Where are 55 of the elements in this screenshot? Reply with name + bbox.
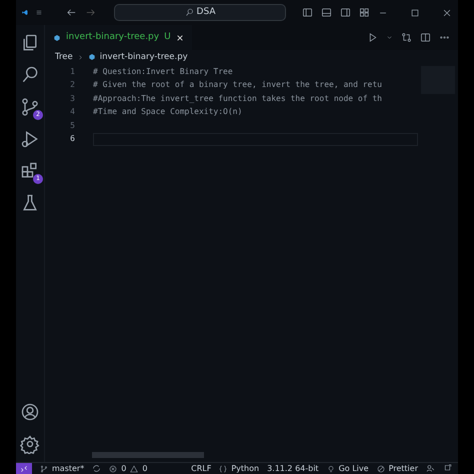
code-comment: #Approach:The invert_tree function takes the root node of th [93,92,382,105]
accounts-icon[interactable] [426,464,435,473]
line-number: 5 [69,120,76,132]
command-search-field[interactable]: DSA [114,4,286,21]
prettier-icon [376,464,385,472]
line-number: 2 [69,79,76,92]
toggle-sidebar-icon[interactable] [302,7,313,18]
code-comment: # Given the root of a binary tree, invert the tree, and retu [93,79,382,92]
line-number: 6 [69,133,76,146]
chevron-icon [76,54,84,60]
split-editor-icon[interactable] [420,32,431,43]
remote-icon [20,464,28,472]
broadcast-icon [326,464,335,472]
breadcrumb-item[interactable]: Tree [55,50,73,64]
braces-icon [219,464,228,472]
settings-icon[interactable] [20,434,40,454]
source-control-icon[interactable] [20,97,40,117]
search-icon[interactable] [20,65,40,85]
dropdown-caret-icon[interactable] [386,34,393,41]
untracked-status: U [164,30,171,44]
python-file-icon [88,53,96,61]
notifications-icon[interactable] [443,464,452,473]
line-ending-button[interactable]: CRLF [191,462,212,474]
remote-button[interactable] [16,462,32,474]
line-number: 1 [69,66,76,78]
sync-icon[interactable] [92,464,102,473]
compare-changes-icon[interactable] [401,32,412,43]
toggle-panel-icon[interactable] [321,7,332,18]
maximize-icon[interactable] [410,8,420,18]
line-number: 4 [69,106,76,118]
close-icon[interactable] [442,8,452,18]
error-icon [109,464,118,472]
warning-icon [130,464,138,472]
python-file-icon [53,34,61,42]
run-debug-icon[interactable] [20,129,40,149]
problems-button[interactable]: 0 0 [109,462,148,474]
branch-button[interactable]: master* [40,462,84,474]
account-icon[interactable] [20,402,40,422]
branch-icon [40,464,48,472]
interpreter-button[interactable]: 3.11.2 64-bit [267,462,319,474]
prettier-button[interactable]: Prettier [376,462,418,474]
language-mode-button[interactable]: Python [219,462,260,474]
search-icon [184,8,194,17]
customize-layout-icon[interactable] [359,7,370,18]
horizontal-scrollbar[interactable] [92,452,204,458]
code-comment: # Question:Invert Binary Tree [93,66,233,78]
go-live-button[interactable]: Go Live [326,462,369,474]
toggle-secondary-sidebar-icon[interactable] [340,7,351,18]
editor-tab[interactable]: invert-binary-tree.py U [45,25,192,50]
flask-icon[interactable] [20,193,40,213]
code-comment: #Time and Space Complexity:O(n) [93,106,242,118]
line-number: 3 [69,92,76,105]
back-icon[interactable] [66,7,77,18]
breadcrumb-item[interactable]: invert-binary-tree.py [100,50,188,64]
run-icon[interactable] [367,32,378,43]
